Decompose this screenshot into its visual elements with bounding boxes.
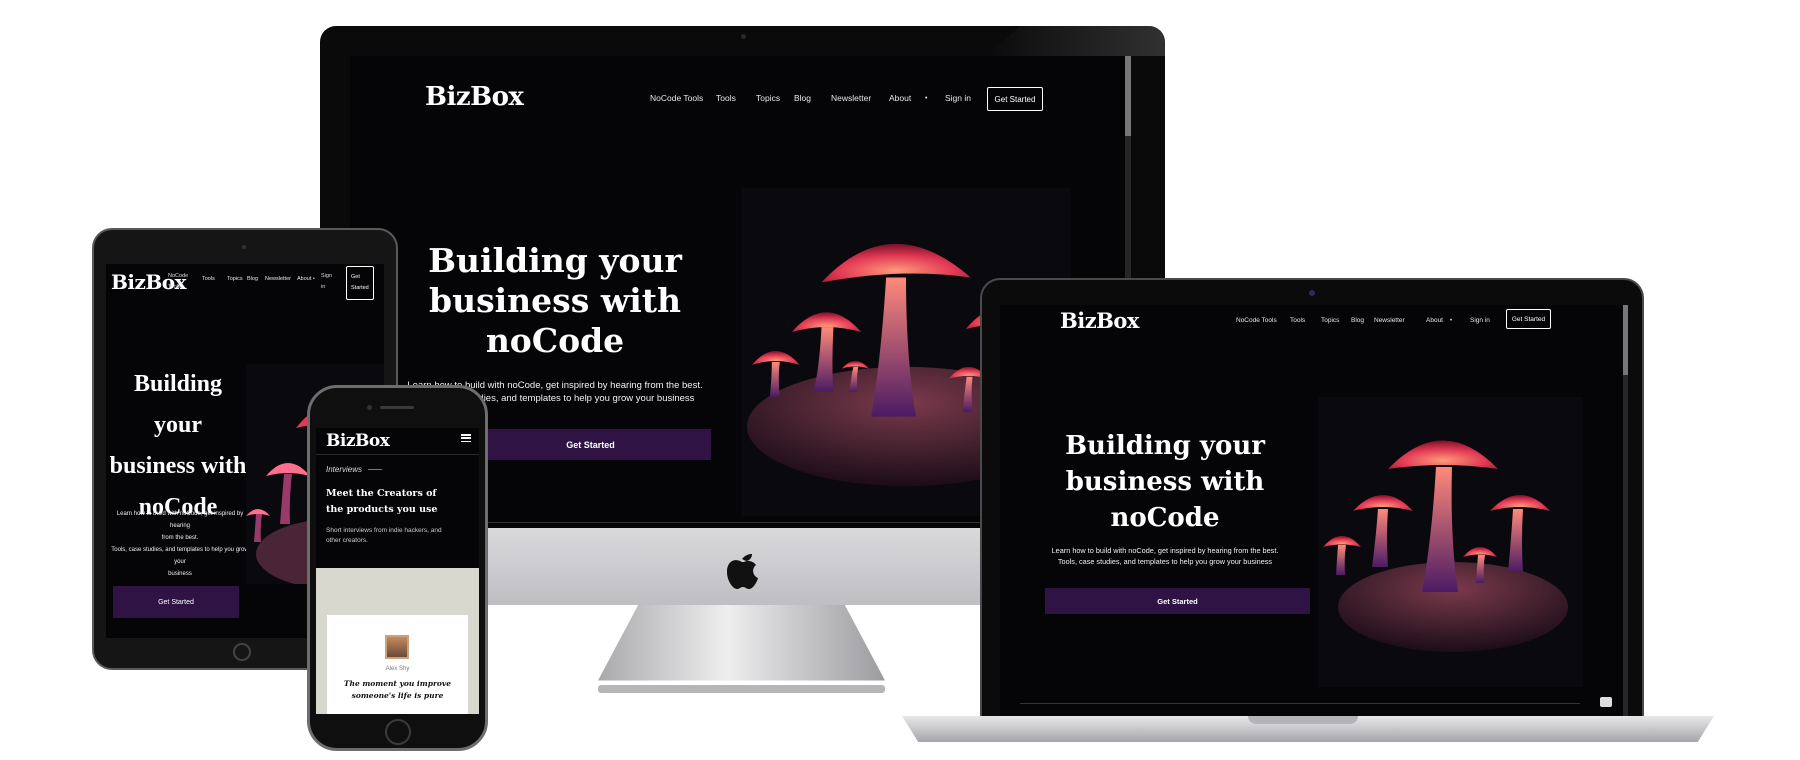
- nav-item-about[interactable]: About: [297, 276, 313, 282]
- logo[interactable]: BizBox: [425, 82, 524, 112]
- camera-icon: [1309, 290, 1315, 296]
- hero-get-started-button[interactable]: Get Started: [113, 586, 239, 618]
- interview-card-area: Alex Shy The moment you improve someone'…: [316, 568, 479, 714]
- nav-text: in: [321, 284, 326, 290]
- nav-dot: •: [1450, 317, 1453, 324]
- hero-text-line: Learn how to build with noCode, get insp…: [116, 511, 244, 529]
- nav-text: Tools: [168, 284, 181, 290]
- apple-logo-icon: [727, 554, 758, 589]
- divider: [316, 454, 479, 455]
- section-title-line: the products you use: [326, 504, 438, 515]
- nav-item-sign-in[interactable]: Sign in: [945, 93, 987, 103]
- nav-text: Sign: [321, 273, 333, 279]
- section-text: Short interviews from indie hackers, and…: [326, 526, 442, 546]
- card-quote-line: The moment you improve: [343, 679, 452, 688]
- hero-title-line: business with: [109, 453, 247, 479]
- nav-item-newsletter[interactable]: Newsletter: [1374, 317, 1426, 324]
- nav-item-blog[interactable]: Blog: [1351, 317, 1374, 324]
- logo[interactable]: BizBox: [326, 431, 390, 451]
- get-started-nav-button[interactable]: Get Started: [346, 266, 374, 300]
- nav-item-nocode-tools[interactable]: NoCode Tools: [650, 93, 716, 103]
- laptop-screen: BizBox NoCode Tools Tools Topics Blog Ne…: [1000, 305, 1628, 718]
- nav-item-tools[interactable]: Tools: [716, 93, 756, 103]
- hero-title-line: Building your: [428, 241, 682, 280]
- camera-icon: [367, 405, 372, 410]
- camera-icon: [242, 245, 246, 249]
- hero-get-started-button[interactable]: Get Started: [470, 429, 711, 460]
- nav-text: NoCode: [168, 273, 189, 279]
- section-text-line: Short interviews from indie hackers, and: [326, 527, 442, 534]
- interview-card[interactable]: Alex Shy The moment you improve someone'…: [327, 615, 468, 714]
- label-rule: [368, 469, 383, 470]
- section-title-line: Meet the Creators of: [326, 488, 437, 499]
- hero-text-line: Tools, case studies, and templates to he…: [1057, 557, 1273, 566]
- card-quote: The moment you improve someone's life is…: [327, 678, 468, 702]
- section-text-line: other creators.: [326, 537, 368, 544]
- hero-title-line: noCode: [1110, 503, 1220, 533]
- hero-subtitle: Learn how to build with noCode, get insp…: [110, 508, 250, 580]
- nav-item-tools[interactable]: Tools: [202, 276, 227, 282]
- nav-item-newsletter[interactable]: Newsletter: [831, 93, 889, 103]
- nav-item-about[interactable]: About: [889, 93, 925, 103]
- scrollbar[interactable]: [1623, 305, 1628, 718]
- hero-text-line: from the best.: [161, 535, 199, 541]
- hero-get-started-button[interactable]: Get Started: [1045, 588, 1310, 614]
- hero-title-line: Building your: [133, 371, 223, 438]
- nav-item-topics[interactable]: Topics: [1321, 317, 1351, 324]
- get-started-nav-button[interactable]: Get Started: [987, 87, 1043, 111]
- home-button-icon[interactable]: [233, 643, 251, 661]
- logo[interactable]: BizBox: [1060, 308, 1139, 333]
- hero-title-line: business with: [429, 281, 681, 320]
- nav-item-newsletter[interactable]: Newsletter: [265, 276, 297, 282]
- speaker-grille: [380, 406, 414, 409]
- section-label-text: Interviews: [326, 465, 363, 474]
- hero-title-line: Building your: [1065, 431, 1265, 461]
- hero-title-line: noCode: [485, 321, 625, 360]
- main-nav: NoCode Tools Tools Topics Blog Newslette…: [650, 93, 987, 103]
- divider: [1020, 703, 1580, 704]
- imac-stand: [598, 605, 885, 681]
- hero-title-line: business with: [1065, 467, 1265, 497]
- laptop-notch: [1248, 716, 1358, 724]
- phone-device: BizBox Interviews Meet the Creators of t…: [307, 385, 488, 751]
- laptop-device: BizBox NoCode Tools Tools Topics Blog Ne…: [980, 278, 1644, 718]
- tablet-nav: Tools Topics Blog Newsletter About •: [202, 276, 323, 282]
- hero-text-line: Learn how to build with noCode, get insp…: [1051, 546, 1279, 555]
- section-title: Meet the Creators of the products you us…: [326, 486, 437, 518]
- nav-item-blog[interactable]: Blog: [794, 93, 831, 103]
- nav-item-tools[interactable]: Tools: [1290, 317, 1321, 324]
- chat-widget-icon[interactable]: [1600, 697, 1612, 707]
- phone-screen: BizBox Interviews Meet the Creators of t…: [316, 428, 479, 714]
- hero-title: Building your business with noCode: [108, 364, 248, 528]
- mushroom-artwork: [1323, 440, 1568, 652]
- get-started-nav-button[interactable]: Get Started: [1506, 309, 1551, 329]
- card-quote-line: someone's life is pure: [351, 691, 444, 700]
- hero-subtitle: Learn how to build with noCode, get insp…: [1035, 545, 1295, 567]
- nav-item-topics[interactable]: Topics: [227, 276, 247, 282]
- nav-dot: •: [925, 94, 928, 102]
- nav-item-about[interactable]: About: [1426, 317, 1450, 324]
- hero-text-line: business: [168, 571, 192, 577]
- home-button-icon[interactable]: [385, 719, 411, 745]
- nav-item-nocode-tools[interactable]: NoCode Tools: [168, 271, 188, 293]
- card-author: Alex Shy: [385, 666, 410, 672]
- avatar: [385, 635, 409, 659]
- nav-item-sign-in[interactable]: Sign in: [321, 271, 332, 293]
- button-text: Get: [351, 274, 360, 280]
- hero-title: Building your business with noCode: [410, 241, 700, 361]
- nav-item-sign-in[interactable]: Sign in: [1470, 317, 1508, 324]
- mushroom-illustration: [1318, 397, 1583, 687]
- nav-item-topics[interactable]: Topics: [756, 93, 794, 103]
- imac-base: [598, 685, 885, 693]
- camera-icon: [741, 34, 746, 39]
- hero-text-line: Tools, case studies, and templates to he…: [111, 547, 249, 565]
- hero-title: Building your business with noCode: [1045, 428, 1285, 536]
- screen-glare: [985, 26, 1165, 56]
- main-nav: NoCode Tools Tools Topics Blog Newslette…: [1236, 317, 1508, 324]
- section-label: Interviews: [326, 465, 383, 474]
- button-text: Started: [351, 285, 369, 291]
- nav-item-nocode-tools[interactable]: NoCode Tools: [1236, 317, 1290, 324]
- nav-item-blog[interactable]: Blog: [247, 276, 265, 282]
- hamburger-menu-icon[interactable]: [461, 434, 471, 442]
